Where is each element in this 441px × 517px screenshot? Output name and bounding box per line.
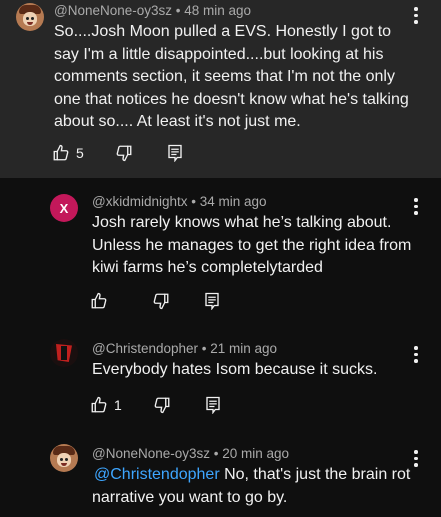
author-name[interactable]: @xkidmidnightx xyxy=(92,194,188,209)
like-button[interactable] xyxy=(90,292,114,310)
mention-link[interactable]: @Christendopher xyxy=(94,466,220,483)
comment-meta: @NoneNone-oy3sz • 48 min ago xyxy=(54,3,252,18)
comment-meta: @xkidmidnightx • 34 min ago xyxy=(92,194,267,209)
reply-button[interactable] xyxy=(204,292,220,310)
avatar[interactable] xyxy=(50,339,78,367)
avatar-letter: X xyxy=(59,200,69,216)
like-count: 1 xyxy=(114,397,122,413)
avatar[interactable] xyxy=(16,3,44,31)
like-icon xyxy=(91,292,107,309)
dislike-icon xyxy=(154,397,170,414)
author-name[interactable]: @Christendopher xyxy=(92,341,198,356)
like-button[interactable]: 1 xyxy=(90,396,122,414)
like-icon xyxy=(91,396,107,413)
comment-actions: 1 xyxy=(90,396,221,414)
comment-card: @NoneNone-oy3sz • 20 min ago @Christendo… xyxy=(0,430,441,517)
comment-meta: @Christendopher • 21 min ago xyxy=(92,341,278,356)
dislike-icon xyxy=(153,293,169,310)
reply-button[interactable] xyxy=(205,396,221,414)
comment-meta: @NoneNone-oy3sz • 20 min ago xyxy=(92,446,290,461)
comment-card: @Christendopher • 21 min ago Everybody h… xyxy=(0,320,441,430)
dislike-button[interactable] xyxy=(153,396,171,414)
author-name[interactable]: @NoneNone-oy3sz xyxy=(92,446,210,461)
like-button[interactable]: 5 xyxy=(52,144,84,162)
like-icon xyxy=(53,144,69,161)
comment-card: @NoneNone-oy3sz • 48 min ago So....Josh … xyxy=(0,0,441,178)
reply-icon xyxy=(205,292,219,310)
timestamp: 21 min ago xyxy=(210,341,278,356)
timestamp: 48 min ago xyxy=(184,3,252,18)
timestamp: 20 min ago xyxy=(222,446,290,461)
reply-icon xyxy=(206,396,220,414)
comment-text: Everybody hates Isom because it sucks. xyxy=(92,361,378,378)
comment-actions xyxy=(90,292,220,310)
comment-card: X @xkidmidnightx • 34 min ago Josh rarel… xyxy=(0,178,441,320)
comment-text: Josh rarely knows what he’s talking abou… xyxy=(92,214,412,276)
timestamp: 34 min ago xyxy=(199,194,267,209)
comment-actions: 5 xyxy=(52,144,183,162)
avatar[interactable] xyxy=(50,444,78,472)
like-count: 5 xyxy=(76,145,84,161)
avatar[interactable]: X xyxy=(50,194,78,222)
comment-text: So....Josh Moon pulled a EVS. Honestly I… xyxy=(54,23,409,130)
reply-icon xyxy=(168,144,182,162)
dislike-icon xyxy=(116,145,132,162)
reply-button[interactable] xyxy=(167,144,183,162)
dislike-button[interactable] xyxy=(115,144,133,162)
author-name[interactable]: @NoneNone-oy3sz xyxy=(54,3,172,18)
comment-text: @Christendopher No, that's just the brai… xyxy=(92,464,417,509)
dislike-button[interactable] xyxy=(152,292,170,310)
